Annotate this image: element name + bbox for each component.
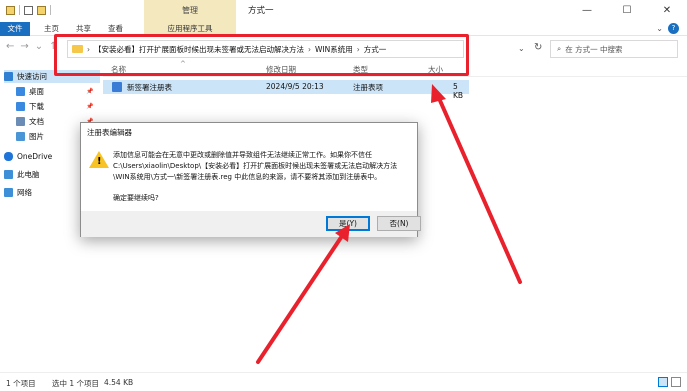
dialog-message-line: 添加信息可能会在无意中更改或删除值并导致组件无法继续正常工作。如果你不信任 — [113, 151, 372, 159]
file-name: 新签署注册表 — [127, 83, 172, 92]
sidebar-item-label: 网络 — [17, 188, 32, 197]
document-icon — [16, 117, 25, 126]
folder-icon — [72, 45, 83, 53]
search-input[interactable]: 在 方式一 中搜索 — [565, 44, 622, 55]
help-icon[interactable]: ? — [668, 23, 679, 34]
picture-icon — [16, 132, 25, 141]
sidebar-item-label: 图片 — [29, 132, 44, 141]
status-item-count: 1 个项目 — [6, 379, 36, 388]
tab-application-tools[interactable]: 应用程序工具 — [144, 22, 236, 36]
dialog-message-line: \WIN系统用\方式一\新签署注册表.reg 中此信息的来源，请不要将其添加到注… — [113, 173, 382, 181]
address-dropdown-icon[interactable]: ⌄ — [518, 44, 525, 53]
breadcrumb-item[interactable]: WIN系统用 — [315, 44, 353, 55]
status-selected: 选中 1 个项目 — [52, 379, 100, 388]
sort-indicator-icon: ^ — [180, 60, 186, 68]
properties-icon[interactable] — [24, 5, 33, 15]
pin-icon: 📌 — [86, 103, 94, 110]
status-bar: 1 个项目 选中 1 个项目 4.54 KB — [0, 372, 687, 391]
expand-ribbon-icon[interactable]: ⌄ — [656, 22, 663, 36]
title-bar: 管理 方式一 — ☐ ✕ — [0, 0, 687, 22]
divider — [50, 5, 51, 15]
registry-file-icon — [112, 82, 122, 92]
dialog-footer: 是(Y) 否(N) — [81, 211, 421, 237]
sidebar-item-pictures[interactable]: 图片 📌 — [16, 130, 93, 143]
close-button[interactable]: ✕ — [647, 0, 687, 22]
arrow-to-yes-button — [256, 224, 350, 364]
refresh-icon[interactable]: ↻ — [534, 42, 542, 53]
sidebar-item-documents[interactable]: 文档 📌 — [16, 115, 93, 128]
column-header-type[interactable]: 类型 — [353, 64, 368, 75]
window-controls: — ☐ ✕ — [567, 0, 687, 22]
no-button[interactable]: 否(N) — [377, 216, 421, 231]
breadcrumb-item[interactable]: 方式一 — [364, 44, 387, 55]
status-size: 4.54 KB — [104, 378, 134, 387]
ribbon-tabs: 文件 主页 共享 查看 应用程序工具 ⌄ ? — [0, 22, 687, 36]
sidebar-item-desktop[interactable]: 桌面 📌 — [16, 85, 93, 98]
tab-manage[interactable]: 管理 — [144, 0, 236, 22]
forward-icon[interactable]: → — [20, 41, 28, 52]
address-bar[interactable]: › 【安装必看】打开扩展面板时候出现未签署或无法启动解决方法 › WIN系统用 … — [67, 40, 464, 58]
tab-file[interactable]: 文件 — [0, 22, 30, 36]
navigation-bar: ← → ⌄ ↑ › 【安装必看】打开扩展面板时候出现未签署或无法启动解决方法 ›… — [0, 37, 687, 59]
breadcrumb-separator: › — [308, 44, 311, 54]
arrow-to-address-bar — [431, 84, 522, 284]
sidebar-item-network[interactable]: 网络 — [4, 186, 32, 199]
breadcrumb-item[interactable]: 【安装必看】打开扩展面板时候出现未签署或无法启动解决方法 — [94, 44, 304, 55]
pin-icon: 📌 — [86, 88, 94, 95]
star-icon — [4, 72, 13, 81]
view-toggle — [658, 377, 681, 387]
warning-icon-mark: ! — [97, 156, 102, 167]
sidebar-item-this-pc[interactable]: 此电脑 — [4, 168, 40, 181]
dialog-message: 添加信息可能会在无意中更改或删除值并导致组件无法继续正常工作。如果你不信任 C:… — [113, 150, 413, 183]
search-box[interactable]: ⌕ 在 方式一 中搜索 — [550, 40, 678, 58]
column-header-size[interactable]: 大小 — [428, 64, 443, 75]
sidebar-item-label: 此电脑 — [17, 170, 40, 179]
new-folder-icon[interactable] — [37, 5, 46, 15]
breadcrumb-separator: › — [87, 44, 90, 54]
table-row[interactable]: 新签署注册表 2024/9/5 20:13 注册表项 5 KB — [103, 80, 469, 100]
cloud-icon — [4, 152, 13, 161]
sidebar-item-label: 下载 — [29, 102, 44, 111]
sidebar-item-label: OneDrive — [17, 152, 53, 161]
column-header-date[interactable]: 修改日期 — [266, 64, 296, 75]
details-view-icon[interactable] — [658, 377, 668, 387]
desktop-icon — [16, 87, 25, 96]
tab-view[interactable]: 查看 — [108, 22, 123, 36]
up-icon[interactable]: ↑ — [49, 41, 57, 52]
column-headers: 名称 修改日期 类型 大小 — [103, 61, 687, 77]
back-icon[interactable]: ← — [6, 41, 14, 52]
network-icon — [4, 188, 13, 197]
divider — [19, 5, 20, 15]
nav-buttons: ← → ⌄ ↑ — [6, 41, 58, 52]
sidebar-item-label: 桌面 — [29, 87, 44, 96]
file-type: 注册表项 — [353, 83, 383, 92]
search-icon: ⌕ — [557, 44, 562, 53]
recent-locations-icon[interactable]: ⌄ — [35, 41, 43, 52]
yes-button[interactable]: 是(Y) — [326, 216, 370, 231]
tab-home[interactable]: 主页 — [44, 22, 59, 36]
computer-icon — [4, 170, 13, 179]
sidebar-item-onedrive[interactable]: OneDrive — [4, 150, 52, 163]
download-icon — [16, 102, 25, 111]
dialog-question: 确定要继续吗? — [113, 194, 159, 202]
sidebar-item-label: 文档 — [29, 117, 44, 126]
minimize-button[interactable]: — — [567, 0, 607, 22]
dialog-message-line: C:\Users\xiaolin\Desktop\【安装必看】打开扩展面板时候出… — [113, 162, 398, 170]
breadcrumb-separator: › — [356, 44, 360, 54]
maximize-button[interactable]: ☐ — [607, 0, 647, 22]
registry-editor-dialog: 注册表编辑器 ! 添加信息可能会在无意中更改或删除值并导致组件无法继续正常工作。… — [80, 122, 421, 237]
sidebar-item-downloads[interactable]: 下载 📌 — [16, 100, 93, 113]
column-header-name[interactable]: 名称 — [111, 64, 126, 75]
file-size: 5 KB — [453, 82, 464, 100]
large-icons-view-icon[interactable] — [671, 377, 681, 387]
sidebar-item-quick-access[interactable]: 快速访问 — [4, 70, 100, 83]
tab-share[interactable]: 共享 — [76, 22, 91, 36]
window-title: 方式一 — [248, 6, 274, 16]
file-date: 2024/9/5 20:13 — [266, 82, 324, 91]
sidebar-item-label: 快速访问 — [17, 72, 47, 81]
folder-icon[interactable] — [6, 5, 15, 15]
quick-access-toolbar — [6, 5, 51, 15]
dialog-title: 注册表编辑器 — [87, 128, 132, 137]
